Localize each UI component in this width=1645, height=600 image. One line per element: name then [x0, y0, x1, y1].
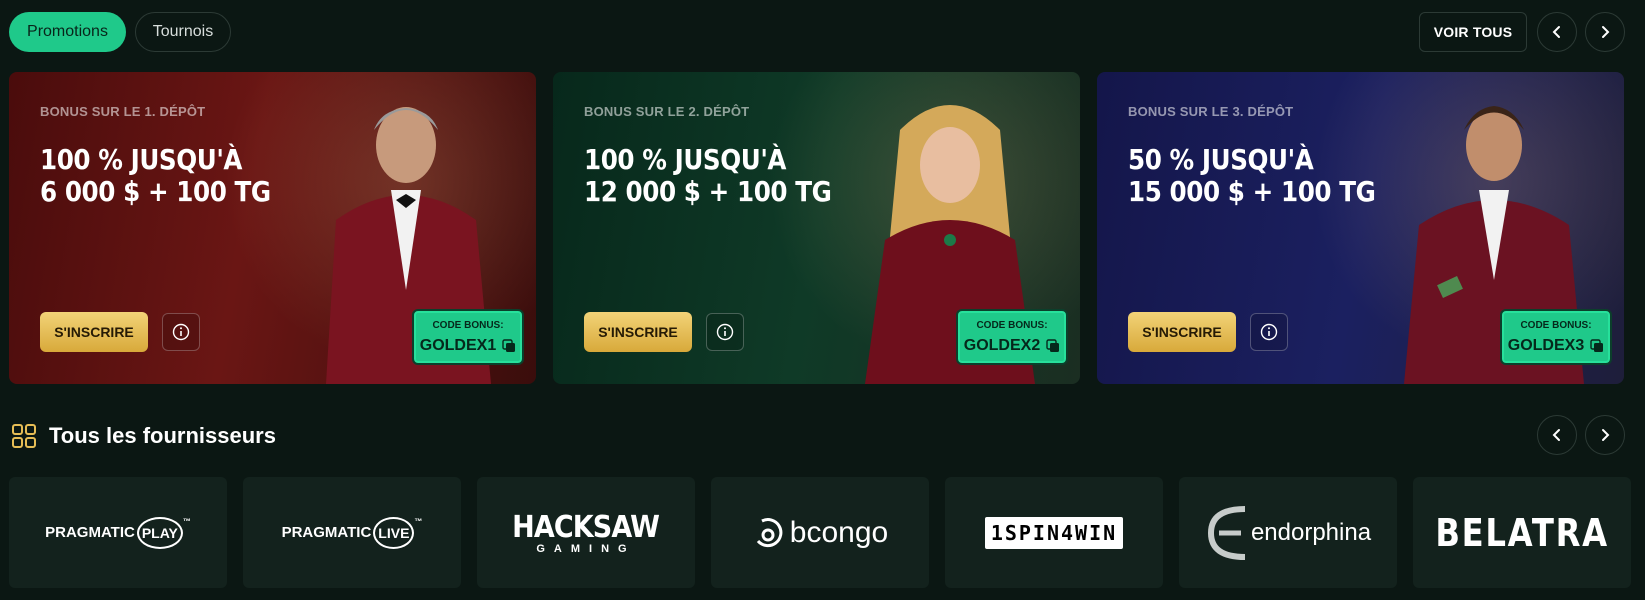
promo-pretitle: BONUS SUR LE 2. DÉPÔT — [584, 104, 750, 119]
bonus-code-badge[interactable]: CODE BONUS: GOLDEX1 — [412, 309, 524, 365]
copy-icon[interactable] — [1046, 339, 1060, 353]
bonus-code-badge[interactable]: CODE BONUS: GOLDEX3 — [1500, 309, 1612, 365]
info-icon — [716, 323, 734, 341]
info-icon — [1260, 323, 1278, 341]
endorphina-mark-icon — [1207, 505, 1246, 560]
bonus-code-label: CODE BONUS: — [976, 320, 1048, 331]
tab-tournois[interactable]: Tournois — [135, 12, 231, 52]
info-button[interactable] — [706, 313, 744, 351]
provider-logo-sub: LIVE — [373, 516, 415, 549]
promo-headline-line1: 100 % JUSQU'À — [40, 143, 243, 176]
provider-booongo[interactable]: bcongo — [711, 477, 929, 588]
promo-pretitle: BONUS SUR LE 1. DÉPÔT — [40, 104, 206, 119]
providers-section-header: Tous les fournisseurs — [11, 422, 276, 450]
provider-logo: bcongo — [752, 516, 888, 550]
provider-logo: 1SPIN4WIN — [984, 516, 1124, 549]
copy-icon[interactable] — [1590, 339, 1604, 353]
provider-logo-tm: ™ — [414, 516, 423, 526]
provider-logo-main: bcongo — [789, 515, 889, 549]
promo-headline: 100 % JUSQU'À 6 000 $ + 100 TG — [40, 144, 271, 208]
tab-promotions[interactable]: Promotions — [9, 12, 126, 52]
provider-1spin4win[interactable]: 1SPIN4WIN — [945, 477, 1163, 588]
provider-logo: endorphina — [1205, 503, 1371, 563]
booongo-mark-icon — [756, 517, 783, 547]
promo-card-1[interactable]: BONUS SUR LE 1. DÉPÔT 100 % JUSQU'À 6 00… — [9, 72, 536, 384]
chevron-right-icon — [1602, 429, 1610, 441]
bonus-code-value: GOLDEX1 — [419, 337, 497, 354]
provider-logo-sub: PLAY — [136, 516, 183, 549]
providers-next-button[interactable] — [1585, 415, 1625, 455]
promo-pretitle: BONUS SUR LE 3. DÉPÔT — [1128, 104, 1294, 119]
promo-headline: 50 % JUSQU'À 15 000 $ + 100 TG — [1128, 143, 1376, 208]
provider-logo-main: PRAGMATIC — [45, 524, 135, 541]
promo-card-3[interactable]: BONUS SUR LE 3. DÉPÔT 50 % JUSQU'À 15 00… — [1097, 72, 1624, 384]
provider-logo: PRAGMATIC PLAY ™ — [45, 516, 191, 549]
signup-button[interactable]: S'INSCRIRE — [1128, 312, 1236, 352]
provider-logo-tm: ™ — [182, 516, 191, 526]
prev-button[interactable] — [1537, 12, 1577, 52]
promo-headline-line2: 6 000 $ + 100 TG — [40, 175, 271, 208]
providers-prev-button[interactable] — [1537, 415, 1577, 455]
provider-pragmatic-live[interactable]: PRAGMATIC LIVE ™ — [243, 477, 461, 588]
promo-headline: 100 % JUSQU'À 12 000 $ + 100 TG — [584, 143, 832, 208]
provider-logo-main: PRAGMATIC — [281, 524, 372, 541]
chevron-right-icon — [1602, 26, 1610, 38]
provider-endorphina[interactable]: endorphina — [1179, 477, 1397, 588]
bonus-code-label: CODE BONUS: — [1520, 320, 1592, 331]
bonus-code-label: CODE BONUS: — [432, 320, 504, 331]
promo-headline-line2: 15 000 $ + 100 TG — [1128, 175, 1376, 208]
chevron-left-icon — [1552, 26, 1560, 38]
provider-logo-main: HACKSAW — [512, 510, 661, 545]
info-icon — [172, 323, 190, 341]
signup-button[interactable]: S'INSCRIRE — [40, 312, 148, 352]
info-button[interactable] — [162, 313, 200, 351]
promo-headline-line2: 12 000 $ + 100 TG — [584, 175, 832, 208]
providers-section-title: Tous les fournisseurs — [49, 423, 276, 448]
info-button[interactable] — [1250, 313, 1288, 351]
promo-tabs-bar: Promotions Tournois VOIR TOUS — [9, 12, 1625, 52]
grid-icon — [12, 424, 36, 448]
provider-logo-main: endorphina — [1250, 518, 1372, 546]
bonus-code-badge[interactable]: CODE BONUS: GOLDEX2 — [956, 309, 1068, 365]
signup-button[interactable]: S'INSCRIRE — [584, 312, 692, 352]
promo-card-2[interactable]: BONUS SUR LE 2. DÉPÔT 100 % JUSQU'À 12 0… — [553, 72, 1080, 384]
bonus-code-value: GOLDEX3 — [1507, 337, 1585, 354]
bonus-code-value: GOLDEX2 — [963, 337, 1041, 354]
promo-headline-line1: 100 % JUSQU'À — [584, 143, 787, 176]
chevron-left-icon — [1552, 429, 1560, 441]
view-all-button[interactable]: VOIR TOUS — [1419, 12, 1527, 52]
next-button[interactable] — [1585, 12, 1625, 52]
provider-pragmatic-play[interactable]: PRAGMATIC PLAY ™ — [9, 477, 227, 588]
provider-logo: PRAGMATIC LIVE ™ — [281, 516, 423, 549]
provider-logo: BELATRA — [1435, 510, 1609, 555]
provider-belatra[interactable]: BELATRA — [1413, 477, 1631, 588]
promo-headline-line1: 50 % JUSQU'À — [1128, 143, 1314, 176]
provider-hacksaw[interactable]: HACKSAW GAMING — [477, 477, 695, 588]
copy-icon[interactable] — [502, 339, 516, 353]
provider-logo: HACKSAW GAMING — [504, 510, 667, 555]
